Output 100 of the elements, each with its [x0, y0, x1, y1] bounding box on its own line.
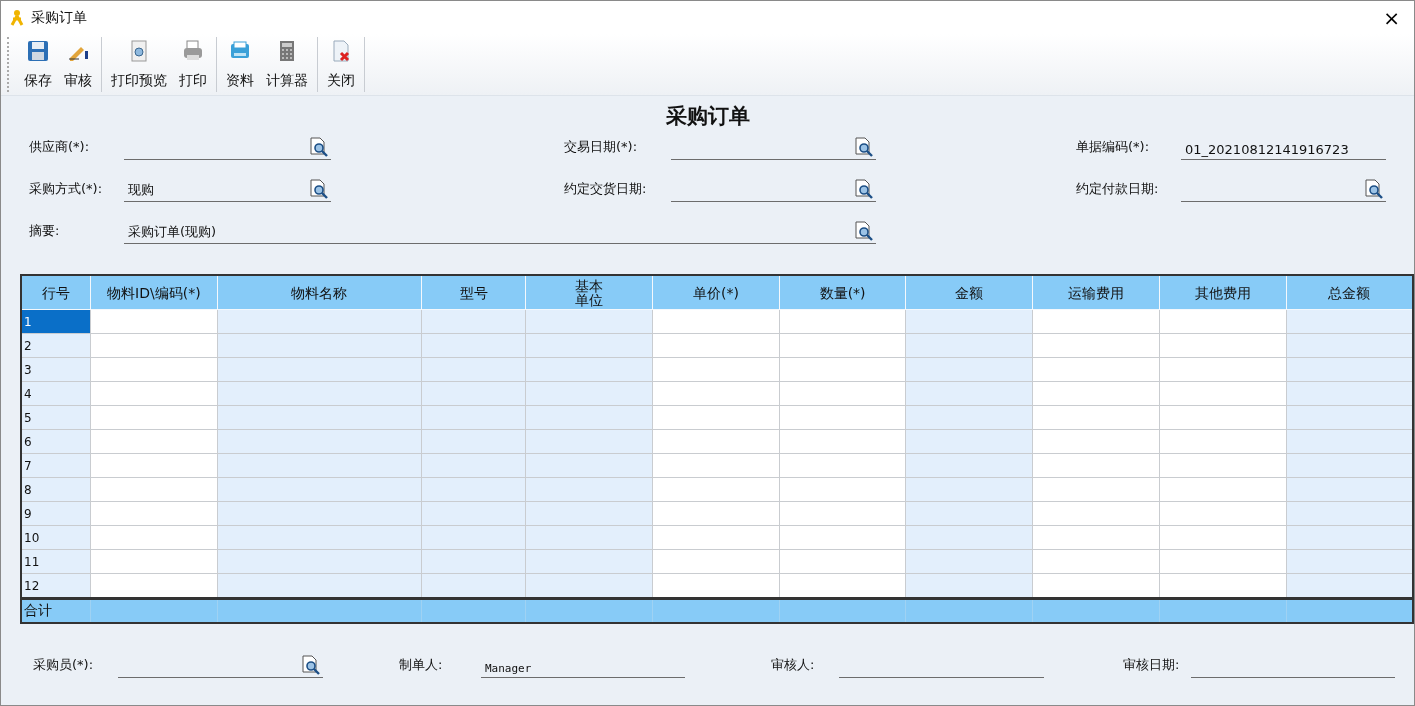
row-number[interactable]: 8	[21, 477, 91, 502]
table-cell[interactable]	[1159, 357, 1287, 382]
table-cell[interactable]	[1286, 501, 1413, 526]
row-number[interactable]: 6	[21, 429, 91, 454]
table-cell[interactable]	[1032, 357, 1160, 382]
table-cell[interactable]	[779, 333, 906, 358]
table-cell[interactable]	[90, 381, 218, 406]
table-cell[interactable]	[779, 429, 906, 454]
toolbar-button[interactable]: 审核	[58, 37, 98, 92]
input-field[interactable]	[1181, 176, 1386, 202]
toolbar-button[interactable]: 打印	[173, 37, 213, 92]
table-cell[interactable]	[779, 405, 906, 430]
table-cell[interactable]	[906, 405, 1033, 430]
table-cell[interactable]	[217, 381, 422, 406]
table-cell[interactable]	[1286, 549, 1413, 574]
table-cell[interactable]	[525, 525, 653, 550]
table-cell[interactable]	[217, 549, 422, 574]
table-cell[interactable]	[906, 549, 1033, 574]
column-header[interactable]: 物料ID\编码(*)	[90, 275, 218, 310]
input-field[interactable]: 01_20210812141916723	[1181, 134, 1386, 160]
table-cell[interactable]	[1286, 477, 1413, 502]
table-cell[interactable]	[217, 501, 422, 526]
column-header[interactable]: 行号	[21, 275, 91, 310]
table-cell[interactable]	[1286, 333, 1413, 358]
table-cell[interactable]	[1159, 381, 1287, 406]
row-number[interactable]: 11	[21, 549, 91, 574]
table-cell[interactable]	[421, 453, 526, 478]
table-cell[interactable]	[90, 309, 218, 334]
table-cell[interactable]	[217, 477, 422, 502]
row-number[interactable]: 2	[21, 333, 91, 358]
table-cell[interactable]	[652, 381, 780, 406]
table-cell[interactable]	[421, 405, 526, 430]
toolbar-button[interactable]: 打印预览	[105, 37, 173, 92]
row-number[interactable]: 9	[21, 501, 91, 526]
table-cell[interactable]	[1159, 525, 1287, 550]
table-cell[interactable]	[652, 525, 780, 550]
input-field[interactable]	[124, 134, 331, 160]
table-cell[interactable]	[217, 405, 422, 430]
table-cell[interactable]	[652, 549, 780, 574]
table-cell[interactable]	[90, 357, 218, 382]
table-cell[interactable]	[652, 477, 780, 502]
table-cell[interactable]	[421, 429, 526, 454]
column-header[interactable]: 运输费用	[1032, 275, 1160, 310]
table-cell[interactable]	[779, 525, 906, 550]
table-cell[interactable]	[1286, 405, 1413, 430]
table-cell[interactable]	[1159, 333, 1287, 358]
input-field[interactable]	[118, 652, 323, 678]
table-cell[interactable]	[525, 477, 653, 502]
table-cell[interactable]	[217, 333, 422, 358]
table-cell[interactable]	[421, 477, 526, 502]
close-button[interactable]: ×	[1377, 5, 1406, 30]
table-cell[interactable]	[1032, 405, 1160, 430]
table-cell[interactable]	[1032, 309, 1160, 334]
table-cell[interactable]	[421, 357, 526, 382]
table-cell[interactable]	[525, 333, 653, 358]
table-cell[interactable]	[525, 381, 653, 406]
table-cell[interactable]	[906, 333, 1033, 358]
column-header[interactable]: 其他费用	[1159, 275, 1287, 310]
table-cell[interactable]	[779, 381, 906, 406]
table-cell[interactable]	[906, 309, 1033, 334]
table-cell[interactable]	[421, 309, 526, 334]
table-cell[interactable]	[421, 525, 526, 550]
table-cell[interactable]	[779, 453, 906, 478]
table-cell[interactable]	[1159, 549, 1287, 574]
table-cell[interactable]	[1159, 477, 1287, 502]
table-cell[interactable]	[652, 429, 780, 454]
table-cell[interactable]	[525, 453, 653, 478]
input-field[interactable]	[671, 134, 876, 160]
table-cell[interactable]	[779, 501, 906, 526]
table-cell[interactable]	[1032, 549, 1160, 574]
table-cell[interactable]	[525, 429, 653, 454]
table-cell[interactable]	[1286, 525, 1413, 550]
table-cell[interactable]	[652, 357, 780, 382]
row-number[interactable]: 4	[21, 381, 91, 406]
table-cell[interactable]	[1286, 429, 1413, 454]
table-cell[interactable]	[90, 429, 218, 454]
table-cell[interactable]	[1032, 381, 1160, 406]
column-header[interactable]: 数量(*)	[779, 275, 906, 310]
input-field[interactable]: 现购	[124, 176, 331, 202]
row-number[interactable]: 5	[21, 405, 91, 430]
table-cell[interactable]	[906, 525, 1033, 550]
toolbar-button[interactable]: 关闭	[321, 37, 361, 92]
column-header[interactable]: 基本单位	[525, 275, 653, 310]
table-cell[interactable]	[1032, 525, 1160, 550]
input-field[interactable]: 采购订单(现购)	[124, 218, 876, 244]
table-cell[interactable]	[1032, 453, 1160, 478]
table-cell[interactable]	[779, 477, 906, 502]
table-cell[interactable]	[90, 525, 218, 550]
table-cell[interactable]	[217, 525, 422, 550]
column-header[interactable]: 总金额	[1286, 275, 1413, 310]
toolbar-button[interactable]: 保存	[18, 37, 58, 92]
table-cell[interactable]	[779, 549, 906, 574]
table-cell[interactable]	[906, 381, 1033, 406]
table-cell[interactable]	[1159, 429, 1287, 454]
column-header[interactable]: 物料名称	[217, 275, 422, 310]
table-cell[interactable]	[525, 549, 653, 574]
table-cell[interactable]	[652, 405, 780, 430]
table-cell[interactable]	[90, 405, 218, 430]
table-cell[interactable]	[906, 477, 1033, 502]
table-cell[interactable]	[525, 501, 653, 526]
